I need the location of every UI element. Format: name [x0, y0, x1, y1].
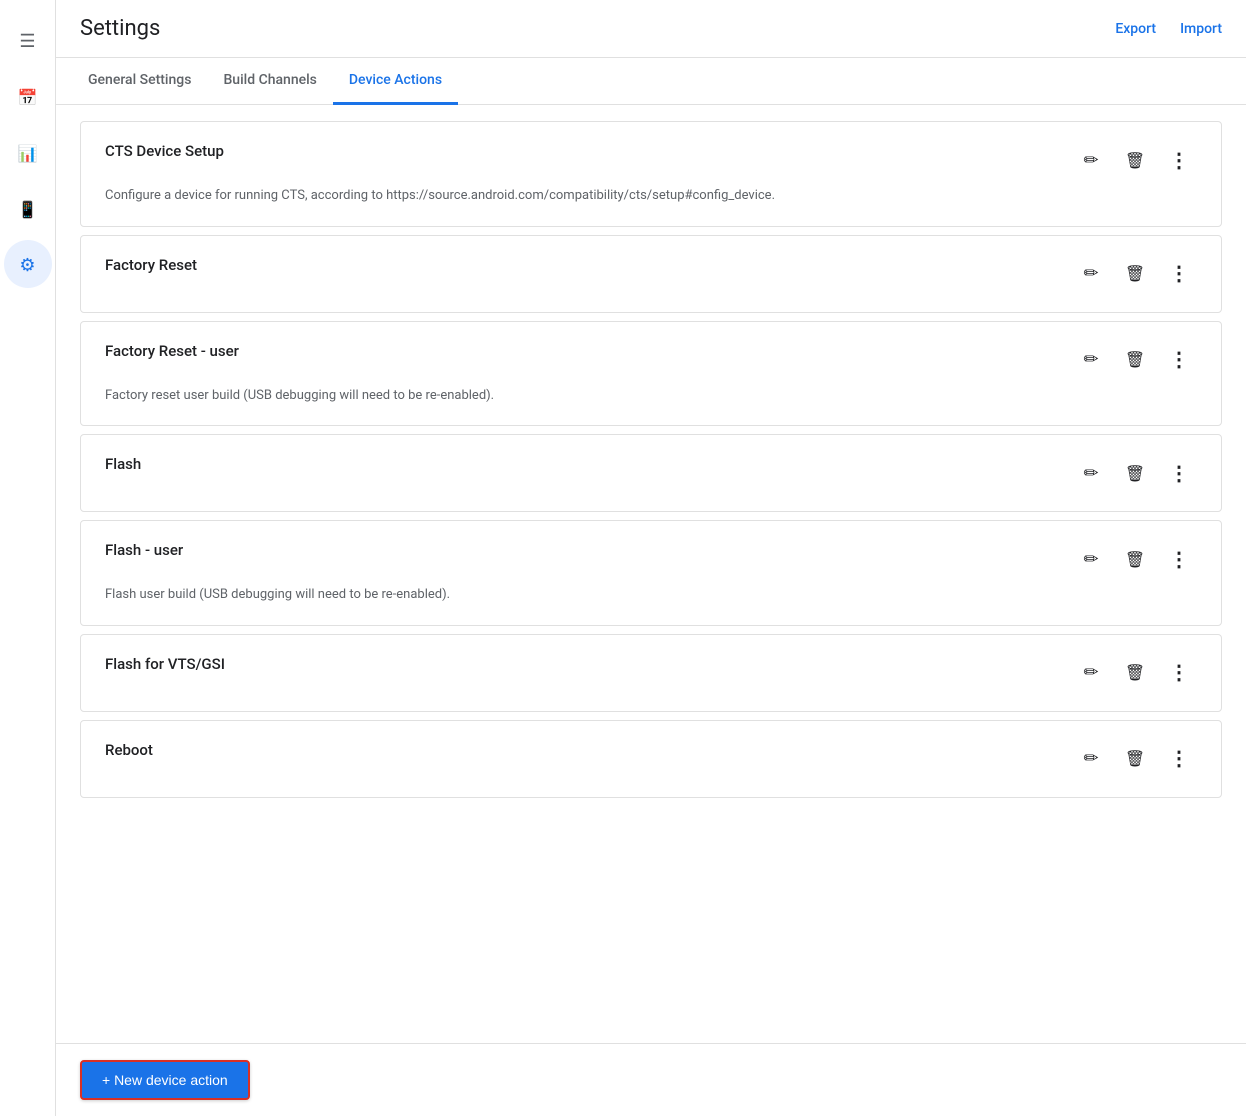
content-area: CTS Device Setup Configure a device for …: [56, 105, 1246, 1043]
action-desc-5: Flash user build (USB debugging will nee…: [105, 585, 925, 605]
action-title-5: Flash - user: [105, 541, 183, 559]
more-icon-7: [1169, 746, 1189, 771]
more-icon-1: [1169, 148, 1189, 173]
edit-button-7[interactable]: [1073, 741, 1109, 777]
list-icon: [19, 30, 35, 51]
action-card-row-1: CTS Device Setup: [105, 142, 1197, 178]
more-icon-3: [1169, 347, 1189, 372]
action-buttons-4: [1073, 455, 1197, 491]
action-buttons-7: [1073, 741, 1197, 777]
delete-button-7[interactable]: [1117, 741, 1153, 777]
more-button-4[interactable]: [1161, 455, 1197, 491]
sidebar: [0, 0, 56, 1116]
pencil-icon-5: [1083, 549, 1098, 570]
action-buttons-2: [1073, 256, 1197, 292]
more-icon-2: [1169, 261, 1189, 286]
trash-icon-3: [1125, 349, 1145, 370]
sidebar-item-barchart[interactable]: [4, 128, 52, 176]
pencil-icon-7: [1083, 748, 1098, 769]
sidebar-item-settings[interactable]: [4, 240, 52, 288]
action-card-row-5: Flash - user: [105, 541, 1197, 577]
tab-device-actions[interactable]: Device Actions: [333, 58, 458, 105]
edit-button-5[interactable]: [1073, 541, 1109, 577]
action-title-7: Reboot: [105, 741, 153, 759]
action-desc-3: Factory reset user build (USB debugging …: [105, 386, 925, 406]
action-title-2: Factory Reset: [105, 256, 197, 274]
delete-button-5[interactable]: [1117, 541, 1153, 577]
pencil-icon-4: [1083, 463, 1098, 484]
trash-icon-4: [1125, 463, 1145, 484]
pencil-icon-2: [1083, 263, 1098, 284]
action-title-3: Factory Reset - user: [105, 342, 239, 360]
calendar-icon: [18, 86, 38, 106]
pencil-icon-1: [1083, 150, 1098, 171]
pencil-icon-3: [1083, 349, 1098, 370]
main-content: Settings Export Import General Settings …: [56, 0, 1246, 1116]
more-button-3[interactable]: [1161, 342, 1197, 378]
action-buttons-3: [1073, 342, 1197, 378]
more-icon-4: [1169, 461, 1189, 486]
action-desc-1: Configure a device for running CTS, acco…: [105, 186, 925, 206]
delete-button-4[interactable]: [1117, 455, 1153, 491]
edit-button-4[interactable]: [1073, 455, 1109, 491]
more-button-1[interactable]: [1161, 142, 1197, 178]
trash-icon-7: [1125, 748, 1145, 769]
import-link[interactable]: Import: [1180, 21, 1222, 37]
action-card-4: Flash: [80, 434, 1222, 512]
action-title-1: CTS Device Setup: [105, 142, 224, 160]
more-icon-5: [1169, 547, 1189, 572]
more-button-6[interactable]: [1161, 655, 1197, 691]
action-title-4: Flash: [105, 455, 141, 473]
action-card-row-3: Factory Reset - user: [105, 342, 1197, 378]
sidebar-item-calendar[interactable]: [4, 72, 52, 120]
action-buttons-5: [1073, 541, 1197, 577]
action-card-row-4: Flash: [105, 455, 1197, 491]
tab-general-settings[interactable]: General Settings: [72, 58, 207, 105]
action-title-6: Flash for VTS/GSI: [105, 655, 225, 673]
action-card-3: Factory Reset - user Factory reset user …: [80, 321, 1222, 427]
delete-button-6[interactable]: [1117, 655, 1153, 691]
tab-build-channels[interactable]: Build Channels: [207, 58, 332, 105]
header-actions: Export Import: [1115, 21, 1222, 37]
delete-button-2[interactable]: [1117, 256, 1153, 292]
page-header: Settings Export Import: [56, 0, 1246, 58]
delete-button-1[interactable]: [1117, 142, 1153, 178]
action-buttons-6: [1073, 655, 1197, 691]
edit-button-3[interactable]: [1073, 342, 1109, 378]
page-title: Settings: [80, 16, 160, 41]
action-card-row-7: Reboot: [105, 741, 1197, 777]
export-link[interactable]: Export: [1115, 21, 1156, 37]
settings-icon: [19, 254, 35, 275]
tab-bar: General Settings Build Channels Device A…: [56, 58, 1246, 105]
new-device-action-button[interactable]: + New device action: [80, 1060, 250, 1100]
more-button-2[interactable]: [1161, 256, 1197, 292]
action-card-row-2: Factory Reset: [105, 256, 1197, 292]
pencil-icon-6: [1083, 662, 1098, 683]
edit-button-2[interactable]: [1073, 256, 1109, 292]
action-buttons-1: [1073, 142, 1197, 178]
trash-icon-6: [1125, 662, 1145, 683]
action-card-1: CTS Device Setup Configure a device for …: [80, 121, 1222, 227]
edit-button-6[interactable]: [1073, 655, 1109, 691]
edit-button-1[interactable]: [1073, 142, 1109, 178]
delete-button-3[interactable]: [1117, 342, 1153, 378]
trash-icon-2: [1125, 263, 1145, 284]
more-button-7[interactable]: [1161, 741, 1197, 777]
action-card-row-6: Flash for VTS/GSI: [105, 655, 1197, 691]
sidebar-item-phone[interactable]: [4, 184, 52, 232]
sidebar-item-list[interactable]: [4, 16, 52, 64]
more-button-5[interactable]: [1161, 541, 1197, 577]
trash-icon-5: [1125, 549, 1145, 570]
action-card-2: Factory Reset: [80, 235, 1222, 313]
more-icon-6: [1169, 660, 1189, 685]
action-card-7: Reboot: [80, 720, 1222, 798]
action-card-5: Flash - user Flash user build (USB debug…: [80, 520, 1222, 626]
bar-chart-icon: [18, 142, 38, 162]
phone-icon: [18, 198, 38, 218]
trash-icon-1: [1125, 150, 1145, 171]
page-footer: + New device action: [56, 1043, 1246, 1116]
action-card-6: Flash for VTS/GSI: [80, 634, 1222, 712]
